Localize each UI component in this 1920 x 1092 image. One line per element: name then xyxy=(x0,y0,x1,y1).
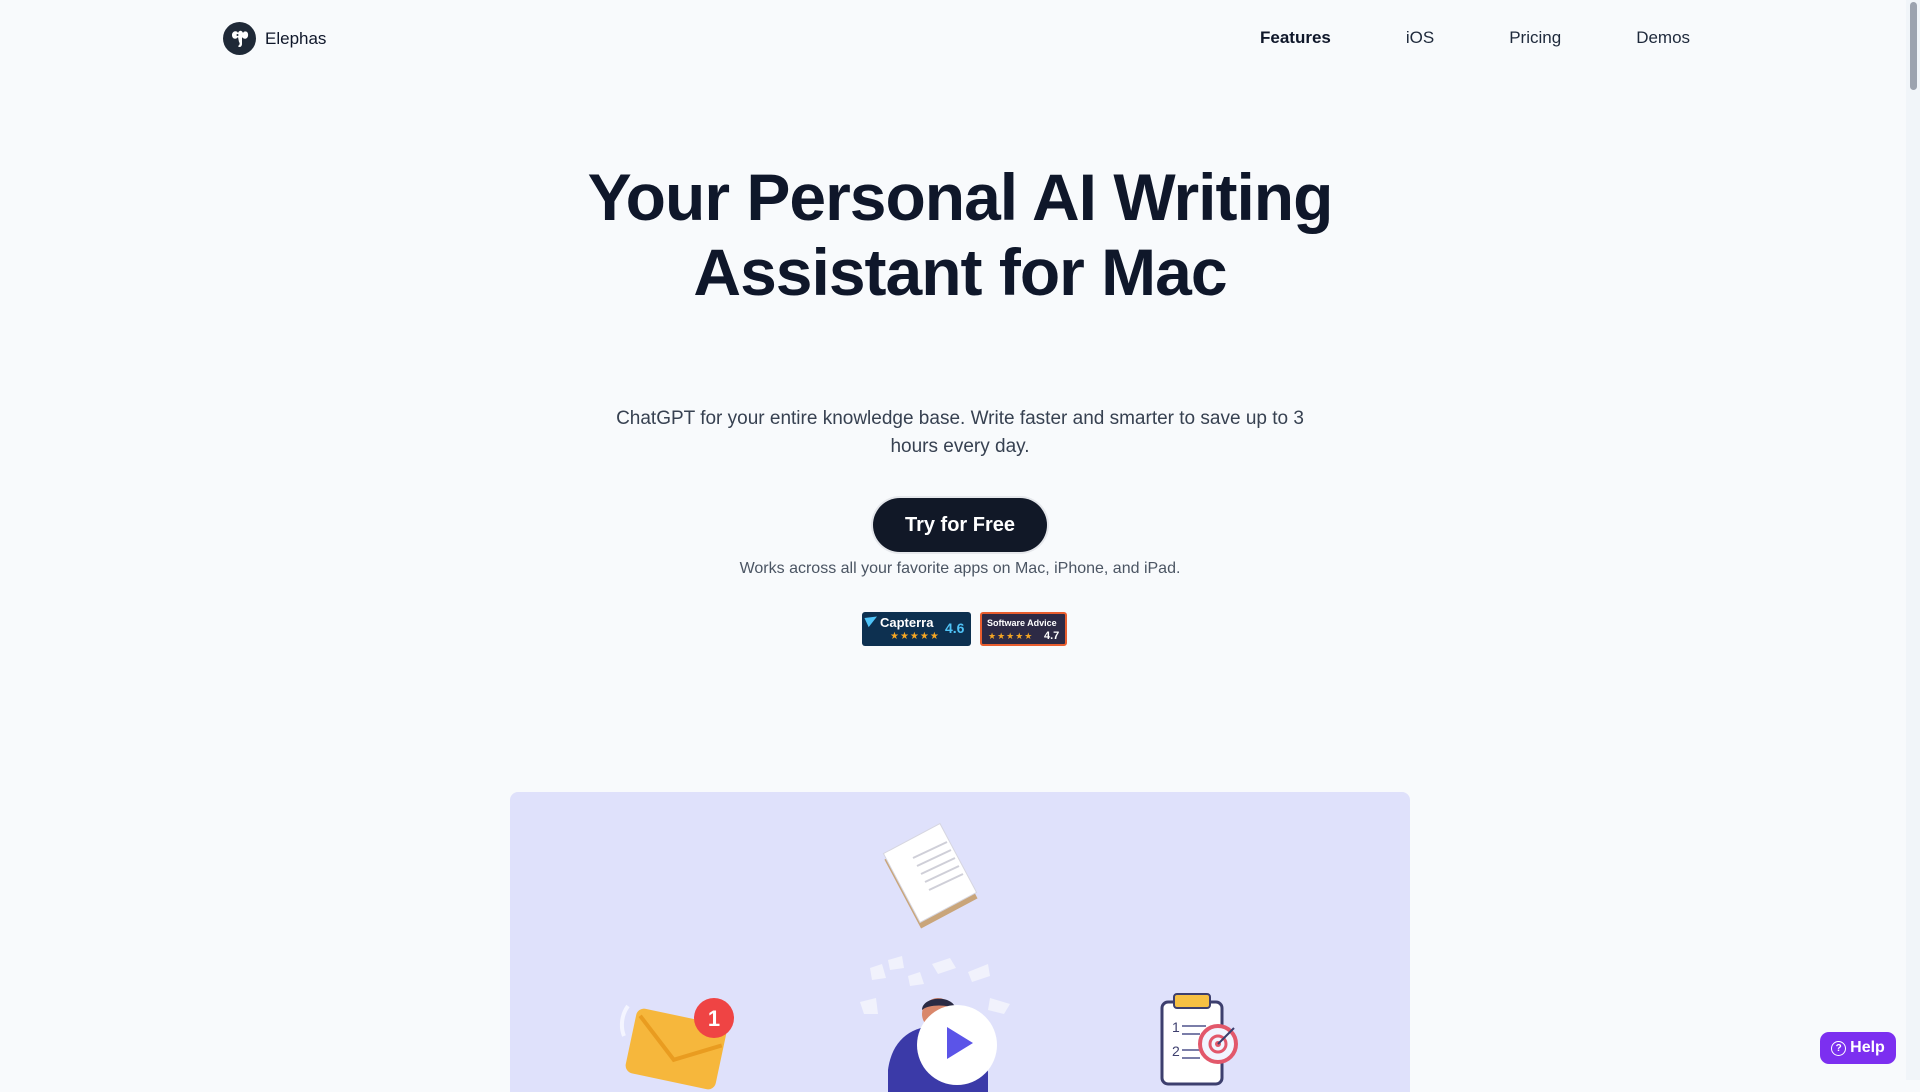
play-icon xyxy=(947,1027,973,1059)
hero-subtitle: ChatGPT for your entire knowledge base. … xyxy=(616,408,1304,457)
list-number-2: 2 xyxy=(1172,1043,1180,1059)
software-advice-badge[interactable]: Software Advice ★★★★★ 4.7 xyxy=(980,612,1067,646)
nav-link-features[interactable]: Features xyxy=(1260,28,1331,48)
nav-link-ios[interactable]: iOS xyxy=(1406,28,1434,48)
help-label: Help xyxy=(1850,1039,1885,1056)
nav-link-pricing[interactable]: Pricing xyxy=(1509,28,1561,48)
demo-video-panel: 1 1 2 xyxy=(510,792,1410,1092)
brand-name: Elephas xyxy=(265,28,327,48)
top-nav: Elephas Features iOS Pricing Demos xyxy=(0,0,1920,80)
nav-links: Features iOS Pricing Demos xyxy=(1220,28,1690,48)
help-button[interactable]: ? Help xyxy=(1820,1032,1896,1064)
hero-title: Your Personal AI Writing Assistant for M… xyxy=(587,160,1334,309)
page-scrollbar[interactable] xyxy=(1906,0,1920,1080)
scrollbar-thumb[interactable] xyxy=(1910,2,1917,90)
elephant-logo-icon xyxy=(223,22,256,55)
question-icon: ? xyxy=(1831,1040,1847,1056)
capterra-logo-icon xyxy=(864,612,880,628)
capterra-score: 4.6 xyxy=(945,620,965,636)
capterra-stars: ★★★★★ xyxy=(890,631,940,642)
capterra-name: Capterra xyxy=(880,615,934,630)
software-advice-stars: ★★★★★ xyxy=(988,631,1034,641)
brand-link[interactable]: Elephas xyxy=(223,22,326,55)
list-number-1: 1 xyxy=(1172,1019,1180,1035)
document-icon xyxy=(882,822,978,929)
play-video-button[interactable] xyxy=(917,1005,997,1085)
platform-note: Works across all your favorite apps on M… xyxy=(739,560,1181,577)
capterra-badge[interactable]: Capterra ★★★★★ 4.6 xyxy=(862,612,971,646)
notification-count: 1 xyxy=(708,1006,720,1031)
clipboard-target-icon xyxy=(1160,993,1238,1086)
software-advice-score: 4.7 xyxy=(1044,630,1060,642)
try-for-free-button[interactable]: Try for Free xyxy=(873,498,1047,552)
nav-link-demos[interactable]: Demos xyxy=(1636,28,1690,48)
software-advice-name: Software Advice xyxy=(987,618,1057,628)
